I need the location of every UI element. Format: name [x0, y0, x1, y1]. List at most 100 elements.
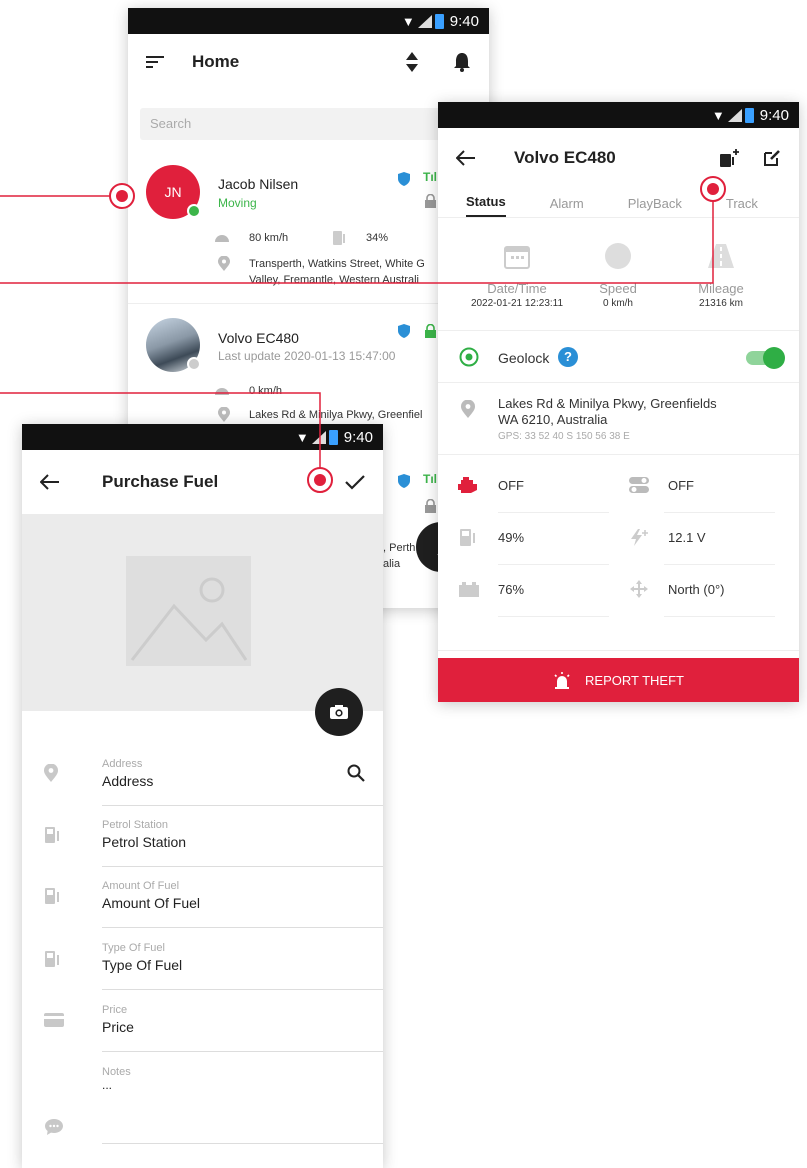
geolock-toggle[interactable] — [746, 347, 785, 369]
fuel-pump-icon — [45, 827, 59, 843]
report-theft-button[interactable]: REPORT THEFT — [438, 658, 799, 702]
tab-status[interactable]: Status — [466, 194, 506, 217]
geolock-label: Geolock — [498, 350, 550, 366]
petrol-station-field[interactable]: Petrol Station Petrol Station — [102, 819, 383, 867]
battery-status-icon — [744, 107, 754, 123]
search-icon[interactable] — [347, 764, 365, 782]
status-bar: ▼ 9:40 — [128, 8, 489, 34]
field-label: Type Of Fuel — [102, 942, 165, 954]
status-time: 9:40 — [759, 106, 789, 124]
direction-icon — [630, 580, 648, 598]
vehicle-photo-avatar — [146, 318, 201, 372]
stat-value: 0 km/h — [602, 298, 633, 309]
vehicle-detail-screen: ▼ 9:40 Volvo EC480 Status Alarm PlayBack… — [438, 102, 799, 702]
info-value: OFF — [668, 477, 694, 493]
stat-label: Date/Time — [487, 281, 547, 296]
divider — [438, 330, 799, 331]
info-value: 12.1 V — [668, 529, 706, 545]
info-fuel: 49% — [458, 528, 524, 546]
geolock-help-icon[interactable]: ? — [558, 347, 578, 367]
gps-coordinates: GPS: 33 52 40 S 150 56 38 E — [498, 431, 630, 442]
detail-address-line-2: WA 6210, Australia — [498, 412, 608, 427]
address-line-2: Valley, Fremantle, Western Australi — [249, 274, 419, 286]
back-arrow-icon[interactable] — [40, 474, 60, 490]
info-value: North (0°) — [668, 581, 725, 597]
field-label: Amount Of Fuel — [102, 880, 180, 892]
info-voltage: 12.1 V — [628, 528, 706, 546]
stat-mileage: Mileage 21316 km — [666, 242, 776, 309]
camera-button[interactable] — [315, 688, 363, 736]
sort-toggle-icon[interactable] — [405, 51, 419, 73]
price-field[interactable]: Price Price — [102, 1004, 383, 1052]
signal-icon — [417, 14, 432, 28]
last-update: Last update 2020-01-13 15:47:00 — [218, 349, 396, 363]
stat-value: 21316 km — [699, 298, 743, 309]
field-label: Address — [102, 758, 143, 770]
speedometer-icon — [215, 388, 229, 395]
stat-label: Speed — [599, 281, 637, 296]
check-icon[interactable] — [345, 474, 365, 490]
status-bar: ▼ 9:40 — [22, 424, 383, 450]
add-fuel-icon[interactable] — [719, 148, 741, 168]
search-input[interactable]: Search — [140, 108, 477, 140]
notification-bell-icon[interactable] — [453, 52, 471, 72]
status-bar: ▼ 9:40 — [438, 102, 799, 128]
signal-icon — [311, 430, 326, 444]
peek-address-2: alia — [383, 558, 401, 570]
lock-icon — [425, 324, 436, 338]
sort-menu-icon[interactable] — [146, 55, 164, 69]
signal-strength-icon: Tıl — [423, 472, 437, 486]
road-icon — [708, 244, 734, 268]
tab-playback[interactable]: PlayBack — [628, 196, 682, 217]
list-item[interactable]: JN Jacob Nilsen Moving Tıl 80 km/h 34% T… — [128, 154, 489, 304]
callout-marker-avatar — [109, 183, 135, 209]
notes-field[interactable]: Notes ... — [102, 1066, 383, 1144]
wifi-icon: ▼ — [401, 13, 415, 29]
vehicle-name: Volvo EC480 — [218, 330, 299, 346]
field-value: Address — [102, 773, 154, 789]
type-of-fuel-field[interactable]: Type Of Fuel Type Of Fuel — [102, 942, 383, 990]
battery-status-icon — [434, 13, 444, 29]
info-value: OFF — [498, 477, 524, 493]
divider — [438, 650, 799, 651]
tab-alarm[interactable]: Alarm — [550, 196, 584, 217]
divider — [664, 512, 775, 513]
detail-title: Volvo EC480 — [514, 148, 616, 167]
back-arrow-icon[interactable] — [456, 150, 476, 166]
fuel-pump-icon — [45, 888, 59, 904]
divider — [438, 454, 799, 455]
info-battery: 76% — [458, 580, 524, 598]
address-field[interactable]: Address Address — [102, 758, 383, 806]
status-time: 9:40 — [449, 12, 479, 30]
voltage-icon — [631, 529, 648, 546]
wifi-icon: ▼ — [295, 429, 309, 445]
toggle-switch-icon — [629, 477, 649, 493]
callout-marker-fuel-button — [700, 176, 726, 202]
address-line-1: Lakes Rd & Minilya Pkwy, Greenfiel — [249, 409, 423, 421]
tab-track[interactable]: Track — [726, 196, 758, 217]
field-label: Petrol Station — [102, 819, 169, 831]
calendar-icon — [504, 246, 530, 269]
field-value: Petrol Station — [102, 834, 187, 850]
detail-app-bar: Volvo EC480 — [438, 128, 799, 188]
wifi-icon: ▼ — [711, 107, 725, 123]
shield-icon — [398, 474, 410, 488]
home-title: Home — [192, 52, 240, 71]
credit-card-icon — [44, 1013, 64, 1027]
fuel-pump-icon — [333, 231, 345, 245]
vehicle-status: Moving — [218, 196, 257, 210]
divider — [664, 564, 775, 565]
engine-icon — [458, 477, 477, 493]
field-value: ... — [102, 1078, 113, 1092]
amount-of-fuel-field[interactable]: Amount Of Fuel Amount Of Fuel — [102, 880, 383, 928]
location-pin-icon — [44, 764, 58, 782]
address-line-1: Transperth, Watkins Street, White G — [249, 258, 425, 270]
edit-icon[interactable] — [763, 149, 781, 167]
info-direction: North (0°) — [628, 580, 725, 598]
location-pin-icon — [218, 407, 230, 422]
fuel-pump-icon — [460, 529, 475, 546]
info-value: 49% — [498, 529, 525, 545]
photo-placeholder — [22, 514, 383, 711]
field-label: Notes — [102, 1066, 131, 1078]
detail-tabs: Status Alarm PlayBack Track — [438, 188, 799, 218]
